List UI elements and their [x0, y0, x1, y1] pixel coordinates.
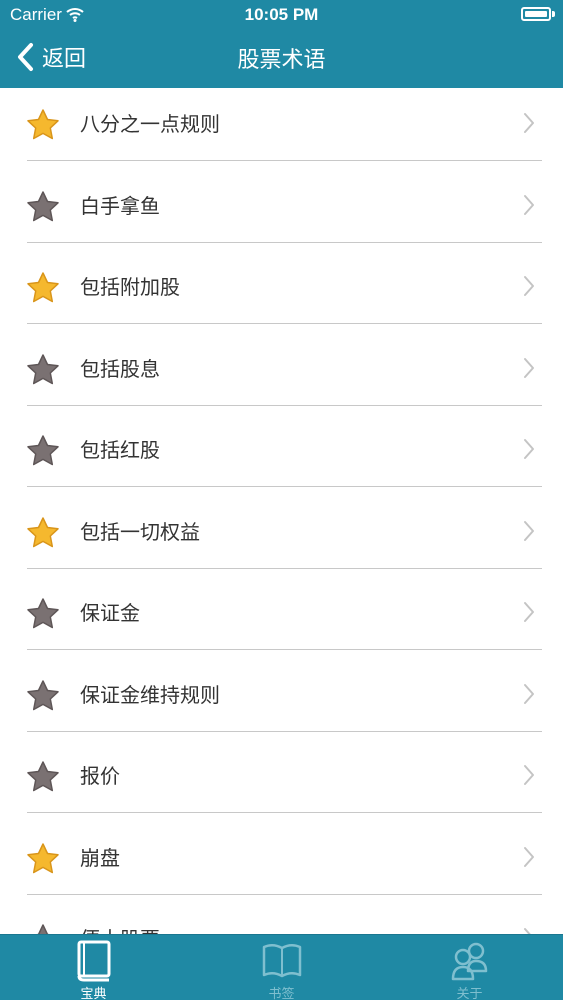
term-label: 报价: [80, 764, 120, 788]
row-divider: [27, 160, 542, 161]
tab-label: 宝典: [80, 987, 107, 1002]
chevron-right-icon: [524, 846, 534, 867]
chevron-right-icon: [524, 194, 534, 215]
tab-label: 关于: [456, 987, 483, 1002]
people-icon: [451, 942, 487, 981]
term-label: 包括股息: [80, 356, 160, 381]
list-item[interactable]: 保证金: [0, 577, 563, 658]
star-outline-icon[interactable]: [26, 190, 60, 222]
row-divider: [27, 893, 542, 895]
term-label: 包括红股: [80, 438, 160, 462]
battery-icon: [521, 7, 551, 21]
battery-tip: [552, 11, 555, 17]
list-item[interactable]: 保证金维持规则: [0, 659, 563, 740]
open-book-icon: [262, 944, 301, 978]
star-outline-icon[interactable]: [26, 760, 60, 792]
star-outline-icon[interactable]: [26, 434, 60, 466]
tab-bookmarks[interactable]: 书签: [188, 935, 375, 1002]
tab-dictionary[interactable]: 宝典: [0, 935, 187, 1002]
list-item[interactable]: 报价: [0, 740, 563, 821]
term-label: 便士股票: [80, 903, 160, 934]
star-filled-icon[interactable]: [26, 271, 60, 303]
list-item[interactable]: 八分之一点规则: [0, 88, 563, 169]
tab-label: 书签: [268, 987, 295, 1002]
list-item[interactable]: 便士股票: [0, 903, 563, 934]
list-item[interactable]: 包括红股: [0, 414, 563, 495]
star-filled-icon[interactable]: [26, 516, 60, 548]
star-filled-icon[interactable]: [26, 108, 60, 140]
star-outline-icon[interactable]: [26, 353, 60, 385]
row-divider: [27, 730, 542, 732]
row-divider: [27, 323, 542, 324]
chevron-right-icon: [524, 520, 534, 541]
row-divider: [27, 404, 542, 406]
chevron-right-icon: [524, 683, 534, 704]
row-divider: [27, 567, 542, 569]
row-divider: [27, 486, 542, 487]
term-label: 白手拿鱼: [80, 193, 160, 218]
row-divider: [27, 812, 542, 813]
clock-time: 10:05 PM: [244, 5, 319, 24]
term-label: 包括一切权益: [80, 519, 200, 544]
term-list[interactable]: 八分之一点规则 白手拿鱼包括附加股包括股息包括红股包括一切权益 保证金保证金维持规则…: [0, 88, 563, 934]
term-label: 八分之一点规则: [80, 112, 220, 136]
term-label: 保证金维持规则: [80, 682, 220, 707]
chevron-right-icon: [524, 928, 531, 934]
star-outline-icon[interactable]: [26, 679, 60, 711]
star-outline-icon[interactable]: [26, 597, 60, 629]
book-icon: [77, 940, 110, 982]
list-item[interactable]: 包括附加股: [0, 251, 563, 332]
term-label: 包括附加股: [80, 275, 180, 299]
list-item[interactable]: 白手拿鱼: [0, 170, 563, 251]
tab-bar: 宝典 书签 关于: [0, 934, 563, 1002]
status-bar: Carrier 10:05 PM: [0, 0, 563, 30]
list-item[interactable]: 包括一切权益: [0, 496, 563, 577]
navigation-header: Carrier 10:05 PM 返回 股票术语: [0, 0, 563, 88]
row-divider: [27, 241, 542, 243]
term-label: 崩盘: [80, 845, 120, 870]
chevron-right-icon: [524, 602, 534, 622]
chevron-right-icon: [524, 357, 534, 378]
chevron-right-icon: [524, 276, 534, 296]
list-item[interactable]: 包括股息: [0, 333, 563, 414]
list-item[interactable]: 崩盘: [0, 822, 563, 903]
term-label: 保证金: [80, 601, 140, 625]
chevron-right-icon: [524, 765, 534, 785]
chevron-right-icon: [524, 113, 534, 133]
chevron-right-icon: [524, 439, 534, 459]
star-outline-icon[interactable]: [26, 923, 60, 934]
page-title: 股票术语: [237, 48, 326, 73]
tab-about[interactable]: 关于: [376, 935, 563, 1002]
star-filled-icon[interactable]: [26, 842, 60, 874]
row-divider: [27, 649, 542, 650]
